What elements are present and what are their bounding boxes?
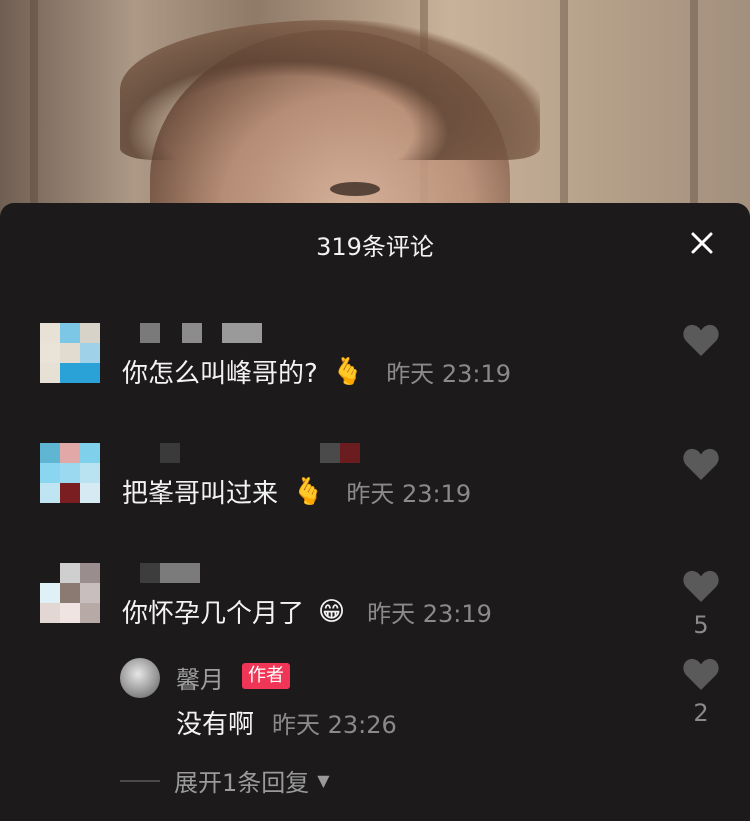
- avatar[interactable]: [40, 563, 100, 623]
- author-badge: 作者: [242, 663, 290, 689]
- comments-sheet: 319条评论 你怎么叫峰哥的? 🫰 昨天 23:19 把峯哥叫过来 🫰 昨天 2…: [0, 203, 750, 821]
- like-button[interactable]: [682, 447, 720, 489]
- video-background: [0, 0, 750, 230]
- expand-replies-label: 展开1条回复: [174, 769, 310, 797]
- heart-icon: [683, 324, 719, 356]
- reply-time: 昨天 23:26: [272, 711, 397, 739]
- like-button[interactable]: 2: [682, 657, 720, 727]
- finger-heart-emoji: 🫰: [292, 476, 325, 507]
- like-count: 5: [693, 611, 709, 639]
- close-icon[interactable]: [688, 229, 716, 257]
- comment-content: 把峯哥叫过来 🫰 昨天 23:19: [122, 473, 471, 510]
- avatar[interactable]: [40, 323, 100, 383]
- comment-text: 你怎么叫峰哥的?: [122, 359, 318, 389]
- heart-icon: [683, 448, 719, 480]
- expand-replies-button[interactable]: 展开1条回复 ▼: [120, 763, 330, 798]
- like-count: 2: [693, 699, 709, 727]
- curtain-fold: [560, 0, 568, 230]
- person-eye: [330, 182, 380, 196]
- curtain-fold: [690, 0, 698, 230]
- heart-icon: [683, 658, 719, 690]
- reply-content: 没有啊 昨天 23:26: [176, 704, 397, 741]
- grinning-emoji: 😁: [318, 596, 346, 627]
- avatar[interactable]: [40, 443, 100, 503]
- comment-content: 你怎么叫峰哥的? 🫰 昨天 23:19: [122, 353, 511, 390]
- reply-username[interactable]: 馨月: [176, 660, 224, 695]
- comment-time: 昨天 23:19: [386, 360, 511, 388]
- avatar[interactable]: [120, 658, 160, 698]
- divider-line: [120, 779, 160, 782]
- curtain-fold: [30, 0, 38, 230]
- reply-text: 没有啊: [176, 710, 255, 740]
- like-button[interactable]: [682, 323, 720, 365]
- comment-time: 昨天 23:19: [367, 600, 492, 628]
- comment-text: 你怀孕几个月了: [122, 599, 305, 629]
- comment-content: 你怀孕几个月了 😁 昨天 23:19: [122, 593, 492, 630]
- like-button[interactable]: 5: [682, 569, 720, 639]
- person-hair: [120, 20, 540, 160]
- comment-time: 昨天 23:19: [346, 480, 472, 508]
- finger-heart-emoji: 🫰: [331, 356, 365, 387]
- comments-count-title: 319条评论: [316, 233, 434, 261]
- caret-down-icon: ▼: [317, 771, 330, 790]
- heart-icon: [683, 570, 719, 602]
- comment-text: 把峯哥叫过来: [122, 479, 279, 509]
